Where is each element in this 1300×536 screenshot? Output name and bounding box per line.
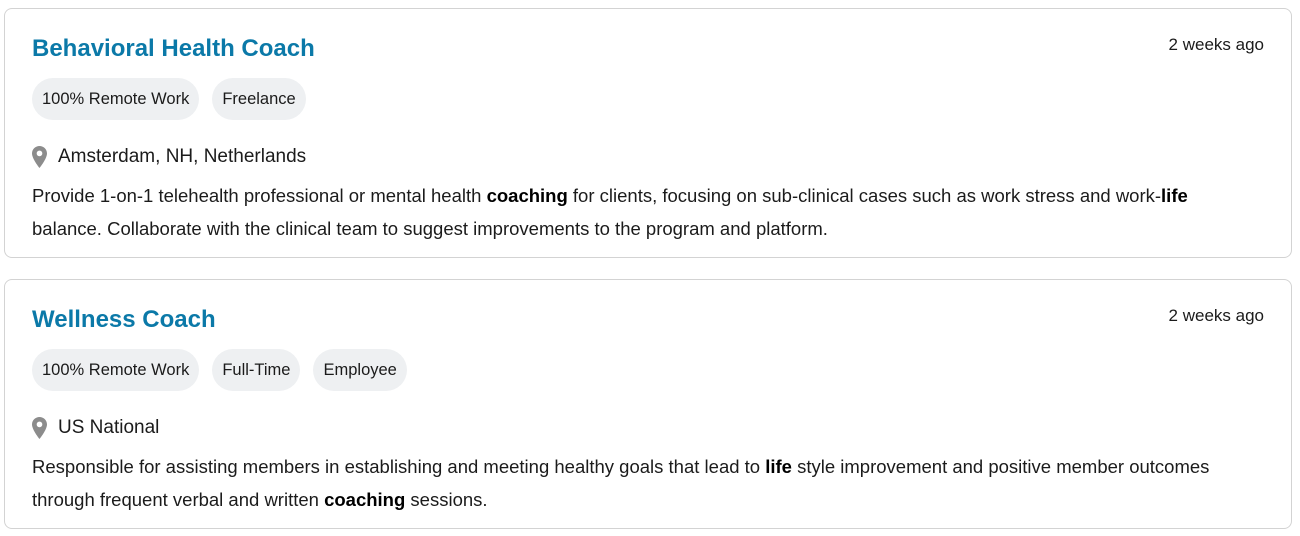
map-pin-icon [32, 146, 47, 168]
highlighted-keyword: coaching [324, 489, 406, 510]
job-location: US National [32, 415, 159, 441]
highlighted-keyword: life [765, 456, 792, 477]
posted-date: 2 weeks ago [1168, 35, 1264, 54]
job-card[interactable]: Behavioral Health Coach 2 weeks ago 100%… [4, 8, 1292, 258]
description-text: sessions. [405, 489, 488, 510]
job-tag: Freelance [212, 78, 306, 120]
job-description: Provide 1-on-1 telehealth professional o… [32, 179, 1262, 245]
job-tags: 100% Remote Work Freelance [32, 78, 306, 120]
map-pin-icon [32, 417, 47, 439]
posted-date: 2 weeks ago [1168, 306, 1264, 325]
job-title-link[interactable]: Behavioral Health Coach [32, 35, 315, 63]
job-location: Amsterdam, NH, Netherlands [32, 144, 306, 170]
highlighted-keyword: life [1161, 185, 1188, 206]
job-location-text: US National [58, 417, 160, 438]
description-text: Provide 1-on-1 telehealth professional o… [32, 185, 487, 206]
job-tag: Full-Time [212, 349, 301, 391]
job-tag: 100% Remote Work [32, 349, 200, 391]
description-text: balance. Collaborate with the clinical t… [32, 218, 828, 239]
highlighted-keyword: coaching [486, 185, 568, 206]
job-tag: 100% Remote Work [32, 78, 200, 120]
job-tags: 100% Remote Work Full-Time Employee [32, 349, 407, 391]
job-title-link[interactable]: Wellness Coach [32, 306, 216, 334]
job-card[interactable]: Wellness Coach 2 weeks ago 100% Remote W… [4, 279, 1292, 529]
job-tag: Employee [313, 349, 407, 391]
description-text: Responsible for assisting members in est… [32, 456, 766, 477]
job-location-text: Amsterdam, NH, Netherlands [58, 146, 307, 167]
description-text: for clients, focusing on sub-clinical ca… [567, 185, 1162, 206]
job-description: Responsible for assisting members in est… [32, 450, 1262, 516]
